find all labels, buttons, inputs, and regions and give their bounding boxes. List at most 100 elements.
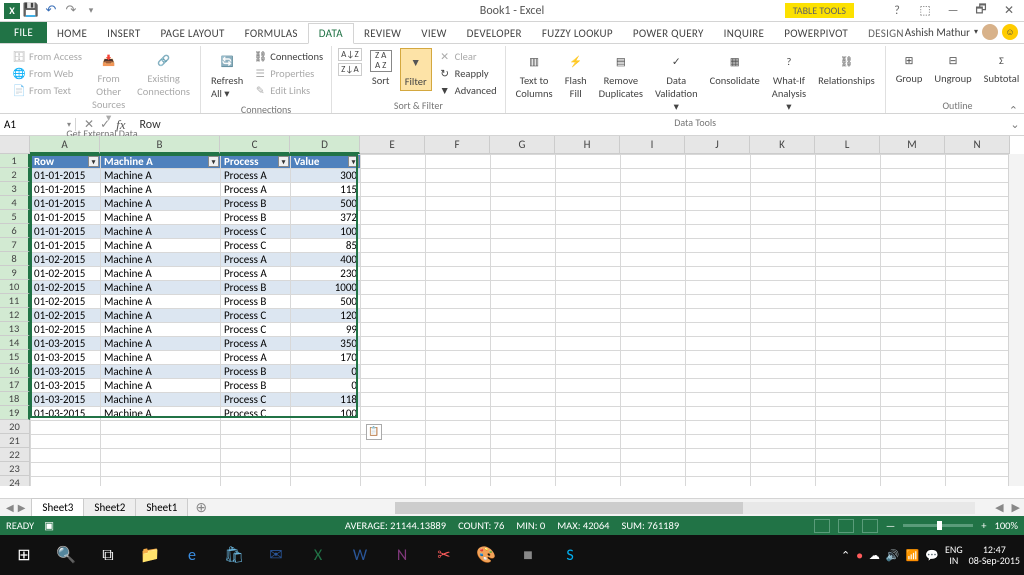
cell[interactable]: 01-03-2015 — [31, 407, 101, 421]
cell[interactable]: 99 — [291, 323, 361, 337]
task-view-icon[interactable]: ⧉ — [88, 539, 128, 571]
cell[interactable]: 500 — [291, 295, 361, 309]
cell[interactable]: 400 — [291, 253, 361, 267]
filter-button[interactable]: ▼Filter — [400, 48, 432, 91]
row-header-15[interactable]: 15 — [0, 350, 30, 364]
refresh-all-button[interactable]: 🔄Refresh All ▾ — [207, 48, 247, 102]
tab-insert[interactable]: INSERT — [97, 24, 150, 43]
row-header-6[interactable]: 6 — [0, 224, 30, 238]
cell[interactable]: Machine A — [101, 379, 221, 393]
cell[interactable]: Machine A — [101, 295, 221, 309]
cell[interactable]: Machine A — [101, 211, 221, 225]
ribbon-display-button[interactable]: ⬚ — [914, 2, 936, 20]
cell[interactable]: Machine A — [101, 281, 221, 295]
prev-sheet-icon[interactable]: ◀ — [6, 501, 14, 514]
cell[interactable]: Process A — [221, 253, 291, 267]
tab-formulas[interactable]: FORMULAS — [235, 24, 308, 43]
col-header-M[interactable]: M — [880, 136, 945, 154]
col-header-B[interactable]: B — [100, 136, 220, 154]
paste-options-icon[interactable]: 📋 — [366, 424, 382, 440]
properties-button[interactable]: ☰Properties — [251, 65, 325, 81]
store-icon[interactable]: 🛍 — [214, 539, 254, 571]
cell[interactable]: Machine A — [101, 309, 221, 323]
cell[interactable]: Process B — [221, 295, 291, 309]
volume-icon[interactable]: 🔊 — [886, 549, 900, 562]
qat-customize-icon[interactable]: ▾ — [82, 2, 100, 20]
row-header-13[interactable]: 13 — [0, 322, 30, 336]
cell[interactable]: 01-02-2015 — [31, 323, 101, 337]
remove-duplicates-button[interactable]: ▤Remove Duplicates — [595, 48, 647, 102]
table-header-machine-a[interactable]: Machine A▾ — [101, 155, 221, 169]
cell[interactable]: Process B — [221, 211, 291, 225]
relationships-button[interactable]: ⛓Relationships — [814, 48, 879, 89]
cell[interactable]: 01-01-2015 — [31, 211, 101, 225]
col-header-N[interactable]: N — [945, 136, 1010, 154]
select-all-corner[interactable] — [0, 136, 30, 154]
text-to-columns-button[interactable]: ▥Text to Columns — [512, 48, 557, 102]
from-access-button[interactable]: 🗄From Access — [10, 48, 84, 64]
snipping-tool-icon[interactable]: ✂ — [424, 539, 464, 571]
col-header-J[interactable]: J — [685, 136, 750, 154]
row-header-24[interactable]: 24 — [0, 476, 30, 486]
scroll-right-icon[interactable]: ▶ — [1008, 501, 1024, 514]
row-header-2[interactable]: 2 — [0, 168, 30, 182]
col-header-G[interactable]: G — [490, 136, 555, 154]
tab-fuzzy-lookup[interactable]: Fuzzy Lookup — [532, 24, 623, 43]
row-header-5[interactable]: 5 — [0, 210, 30, 224]
outlook-icon[interactable]: ✉ — [256, 539, 296, 571]
col-header-F[interactable]: F — [425, 136, 490, 154]
cell[interactable]: 01-02-2015 — [31, 267, 101, 281]
from-other-sources-button[interactable]: 📥From Other Sources ▾ — [88, 48, 129, 126]
cell[interactable]: 01-03-2015 — [31, 365, 101, 379]
cell[interactable]: Machine A — [101, 183, 221, 197]
cell[interactable]: 0 — [291, 379, 361, 393]
col-header-K[interactable]: K — [750, 136, 815, 154]
tab-home[interactable]: HOME — [47, 24, 97, 43]
col-header-L[interactable]: L — [815, 136, 880, 154]
cell[interactable]: 1000 — [291, 281, 361, 295]
cell[interactable]: 01-01-2015 — [31, 239, 101, 253]
avatar[interactable] — [982, 24, 998, 40]
connections-button[interactable]: ⛓Connections — [251, 48, 325, 64]
tab-power-query[interactable]: POWER QUERY — [623, 24, 714, 43]
zoom-slider[interactable] — [903, 524, 973, 527]
sheet-tab-sheet2[interactable]: Sheet2 — [83, 498, 136, 518]
cell[interactable]: 230 — [291, 267, 361, 281]
cell[interactable]: Machine A — [101, 253, 221, 267]
undo-icon[interactable]: ↶ — [42, 2, 60, 20]
cell[interactable]: 01-03-2015 — [31, 337, 101, 351]
cell[interactable]: Machine A — [101, 407, 221, 421]
cell[interactable]: Process A — [221, 169, 291, 183]
row-header-9[interactable]: 9 — [0, 266, 30, 280]
cell[interactable]: 01-02-2015 — [31, 281, 101, 295]
start-button[interactable]: ⊞ — [4, 539, 44, 571]
excel-taskbar-icon[interactable]: X — [298, 539, 338, 571]
wifi-icon[interactable]: 📶 — [906, 549, 920, 562]
cell[interactable]: Process A — [221, 183, 291, 197]
cell[interactable]: Process C — [221, 309, 291, 323]
col-header-I[interactable]: I — [620, 136, 685, 154]
group-button[interactable]: ⊞Group — [892, 48, 927, 87]
advanced-filter-button[interactable]: ▼Advanced — [436, 82, 499, 98]
add-sheet-button[interactable]: ⊕ — [187, 499, 215, 516]
row-header-7[interactable]: 7 — [0, 238, 30, 252]
feedback-smiley-icon[interactable]: ☺ — [1002, 24, 1018, 40]
cell[interactable]: 85 — [291, 239, 361, 253]
cell[interactable]: Process C — [221, 239, 291, 253]
col-header-H[interactable]: H — [555, 136, 620, 154]
tab-data[interactable]: DATA — [308, 23, 354, 44]
cell[interactable]: 01-02-2015 — [31, 253, 101, 267]
action-center-icon[interactable]: 💬 — [925, 549, 939, 562]
cell[interactable]: 01-01-2015 — [31, 225, 101, 239]
row-header-14[interactable]: 14 — [0, 336, 30, 350]
cell[interactable]: Process A — [221, 351, 291, 365]
cell[interactable]: Process A — [221, 337, 291, 351]
cell[interactable]: Process C — [221, 323, 291, 337]
cell[interactable]: 115 — [291, 183, 361, 197]
zoom-level[interactable]: 100% — [995, 519, 1018, 532]
paint-icon[interactable]: 🎨 — [466, 539, 506, 571]
tab-powerpivot[interactable]: POWERPIVOT — [774, 24, 858, 43]
row-header-1[interactable]: 1 — [0, 154, 30, 168]
save-icon[interactable]: 💾 — [22, 2, 40, 20]
cell[interactable]: Machine A — [101, 393, 221, 407]
